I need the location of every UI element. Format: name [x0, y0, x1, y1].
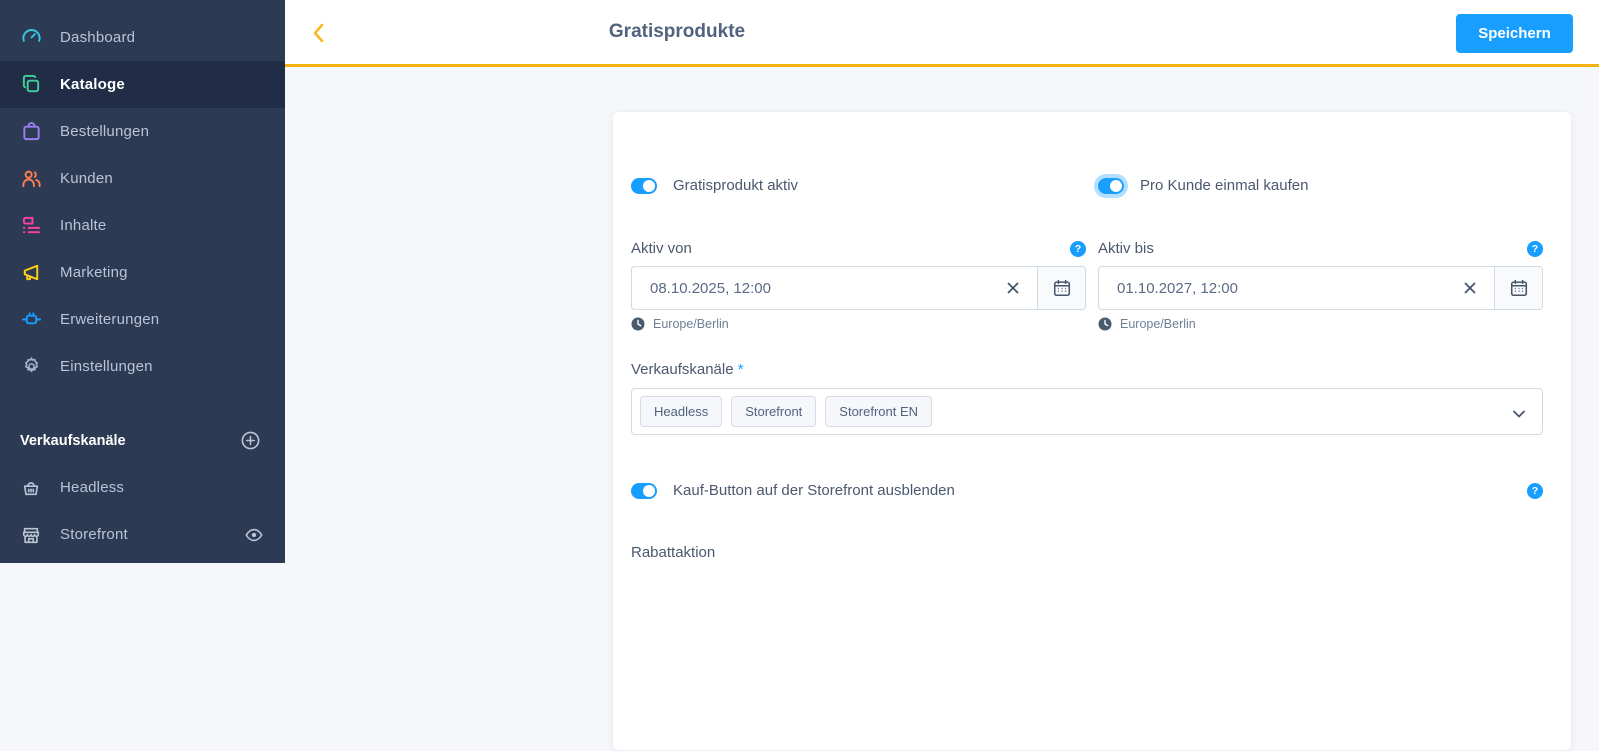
timezone-row: Europe/Berlin	[1098, 317, 1543, 331]
sales-channels-section-header: Verkaufskanäle	[0, 417, 285, 464]
visibility-eye-icon[interactable]	[243, 524, 265, 546]
clear-icon[interactable]	[1460, 278, 1480, 298]
toggle-pro-kunde-einmal[interactable]	[1098, 177, 1124, 194]
sidebar-item-marketing[interactable]: Marketing	[0, 249, 285, 296]
field-pro-kunde-einmal: Pro Kunde einmal kaufen	[1098, 177, 1543, 194]
sidebar-item-headless[interactable]: Headless	[0, 464, 285, 511]
channel-tag[interactable]: Storefront	[731, 396, 817, 427]
toggle-label: Kauf-Button auf der Storefront ausblende…	[673, 482, 955, 499]
basket-icon	[20, 477, 42, 499]
sidebar-item-label: Storefront	[60, 526, 128, 543]
toggle-label: Gratisprodukt aktiv	[673, 177, 799, 194]
sidebar-item-label: Bestellungen	[60, 123, 150, 140]
timezone-row: Europe/Berlin	[631, 317, 1086, 331]
aktiv-bis-label: Aktiv bis	[1098, 240, 1154, 257]
sales-channels-label-row: Verkaufskanäle *	[631, 361, 1541, 379]
sidebar-item-inhalte[interactable]: Inhalte	[0, 202, 285, 249]
sidebar-item-erweiterungen[interactable]: Erweiterungen	[0, 296, 285, 343]
help-icon[interactable]: ?	[1527, 240, 1543, 257]
chevron-down-icon	[1512, 406, 1526, 424]
timezone-label: Europe/Berlin	[1120, 317, 1196, 331]
calendar-icon[interactable]	[1494, 267, 1542, 309]
page-title: Gratisprodukte	[608, 21, 746, 42]
settings-card: Gratisprodukt aktiv Pro Kunde einmal kau…	[612, 111, 1572, 751]
sidebar-item-label: Kataloge	[60, 76, 125, 93]
shopping-bag-icon	[20, 121, 42, 143]
sales-channels-section-label: Verkaufskanäle	[20, 432, 126, 449]
sidebar-item-kunden[interactable]: Kunden	[0, 155, 285, 202]
content-icon	[20, 215, 42, 237]
sales-channels-label: Verkaufskanäle *	[631, 361, 744, 378]
sidebar-item-label: Headless	[60, 479, 125, 496]
toggle-label: Pro Kunde einmal kaufen	[1140, 177, 1309, 194]
aktiv-von-field	[631, 266, 1086, 310]
sidebar-item-label: Marketing	[60, 264, 128, 281]
sales-channels-select[interactable]: Headless Storefront Storefront EN	[631, 388, 1543, 435]
sidebar-item-einstellungen[interactable]: Einstellungen	[0, 343, 285, 390]
required-asterisk: *	[737, 361, 744, 378]
main-content: Gratisprodukt aktiv Pro Kunde einmal kau…	[285, 67, 1599, 751]
help-icon[interactable]: ?	[1070, 240, 1086, 257]
sidebar-item-label: Inhalte	[60, 217, 107, 234]
sidebar-item-label: Einstellungen	[60, 358, 153, 375]
smart-bar: Gratisprodukte Speichern	[285, 0, 1599, 67]
sidebar-item-bestellungen[interactable]: Bestellungen	[0, 108, 285, 155]
customers-icon	[20, 168, 42, 190]
sidebar-item-label: Erweiterungen	[60, 311, 160, 328]
help-icon[interactable]: ?	[1527, 482, 1543, 499]
storefront-icon	[20, 524, 42, 546]
channel-tag[interactable]: Storefront EN	[825, 396, 933, 427]
field-hide-buy-button: Kauf-Button auf der Storefront ausblende…	[631, 482, 1543, 499]
sidebar: Dashboard Kataloge Bestellungen Kunden I…	[0, 0, 285, 563]
catalog-icon	[20, 74, 42, 96]
save-button[interactable]: Speichern	[1456, 14, 1573, 53]
add-sales-channel-button[interactable]	[239, 430, 261, 452]
rabattaktion-label: Rabattaktion	[631, 544, 716, 561]
toggle-hide-buy-button[interactable]	[631, 482, 657, 499]
channel-tag[interactable]: Headless	[640, 396, 723, 427]
sidebar-item-storefront[interactable]: Storefront	[0, 511, 285, 558]
sidebar-item-label: Dashboard	[60, 29, 136, 46]
calendar-icon[interactable]	[1037, 267, 1085, 309]
megaphone-icon	[20, 262, 42, 284]
sidebar-item-dashboard[interactable]: Dashboard	[0, 14, 285, 61]
aktiv-von-label: Aktiv von	[631, 240, 692, 257]
field-label-row: Aktiv von ?	[631, 240, 1086, 257]
aktiv-bis-field	[1098, 266, 1543, 310]
clock-icon	[1098, 317, 1112, 331]
clock-icon	[631, 317, 645, 331]
toggle-gratisprodukt-aktiv[interactable]	[631, 177, 657, 194]
aktiv-von-input[interactable]	[650, 279, 1003, 297]
timezone-label: Europe/Berlin	[653, 317, 729, 331]
plug-icon	[20, 309, 42, 331]
clear-icon[interactable]	[1003, 278, 1023, 298]
aktiv-bis-input[interactable]	[1117, 279, 1460, 297]
sidebar-item-kataloge[interactable]: Kataloge	[0, 61, 285, 108]
field-gratisprodukt-aktiv: Gratisprodukt aktiv	[631, 177, 1086, 194]
field-label-row: Aktiv bis ?	[1098, 240, 1543, 257]
gear-icon	[20, 356, 42, 378]
speedometer-icon	[20, 27, 42, 49]
sidebar-item-label: Kunden	[60, 170, 113, 187]
